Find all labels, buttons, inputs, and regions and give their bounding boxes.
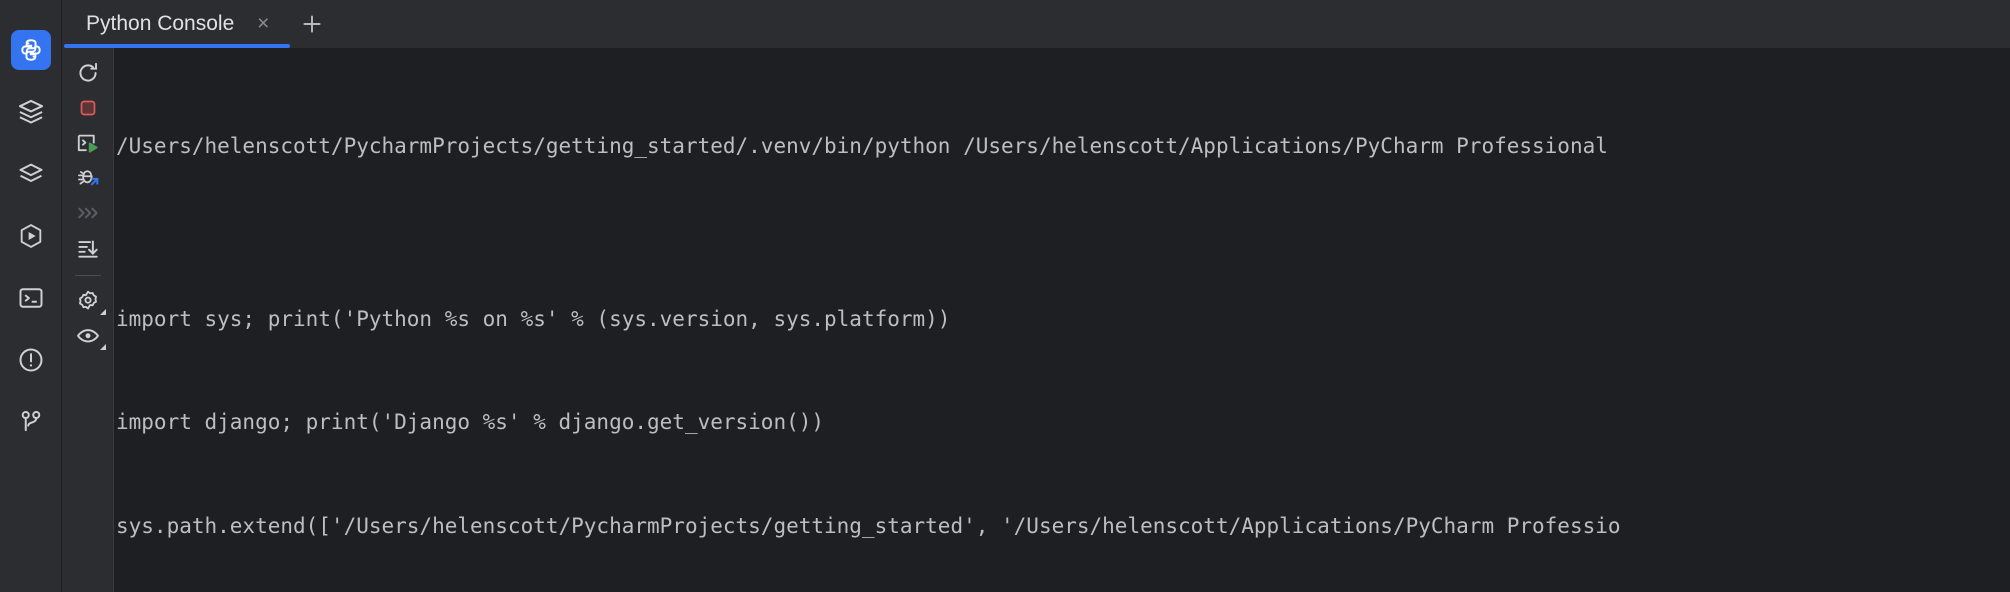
console-toolbar [62,48,114,592]
version-control-branch-icon [17,408,45,436]
database-layers-icon [17,98,45,126]
activity-bar [0,0,62,592]
skip-forward-button[interactable] [68,196,108,230]
tab-bar: Python Console × [62,0,2010,48]
scroll-to-end-icon [77,240,98,258]
horizontal-scrollbar[interactable] [114,582,2010,592]
stop-icon [80,100,95,116]
chevron-down-icon [99,309,106,315]
terminal-icon [17,284,45,312]
add-console-button[interactable] [290,0,334,48]
tab-python-console[interactable]: Python Console × [64,0,291,48]
problems-warning-icon [17,346,45,374]
console-line: import django; print('Django %s' % djang… [116,410,825,434]
execute-console-icon [77,134,98,153]
main-area: Python Console × /Users/helenscott/Pycha… [62,0,2010,592]
console-output[interactable]: /Users/helenscott/PycharmProjects/gettin… [114,48,2010,592]
rerun-icon [78,62,97,82]
plus-icon [303,15,321,33]
rerun-button[interactable] [68,56,108,90]
tab-label: Python Console [86,12,235,35]
attach-debugger-button[interactable] [68,161,108,195]
activity-item-database[interactable] [11,92,51,132]
run-hexagon-icon [17,222,45,250]
console-body: /Users/helenscott/PycharmProjects/gettin… [62,48,2010,592]
console-line: /Users/helenscott/PycharmProjects/gettin… [116,134,1608,158]
activity-item-python-project[interactable] [10,30,51,70]
activity-item-version-control[interactable] [11,402,51,442]
console-line: sys.path.extend(['/Users/helenscott/Pych… [116,513,1621,538]
layers-icon [17,160,45,188]
activity-item-terminal[interactable] [11,278,51,318]
close-icon[interactable]: × [252,12,274,35]
stop-button[interactable] [68,91,108,125]
activity-item-run[interactable] [11,216,51,256]
activity-item-problems[interactable] [11,340,51,380]
chevron-down-icon [99,344,106,350]
activity-item-structure[interactable] [11,154,51,194]
scroll-to-end-button[interactable] [68,231,108,265]
settings-button[interactable] [68,284,108,318]
toolbar-separator [74,275,101,276]
python-project-icon [18,37,44,63]
console-line: import sys; print('Python %s on %s' % (s… [116,306,951,331]
execute-console-button[interactable] [68,126,108,160]
pycharm-window: Python Console × /Users/helenscott/Pycha… [0,0,2010,592]
attach-debugger-icon [77,170,98,186]
settings-gear-icon [78,290,97,310]
show-options-eye-icon [76,329,99,343]
skip-forward-icon [77,207,98,219]
show-options-button[interactable] [68,319,108,353]
